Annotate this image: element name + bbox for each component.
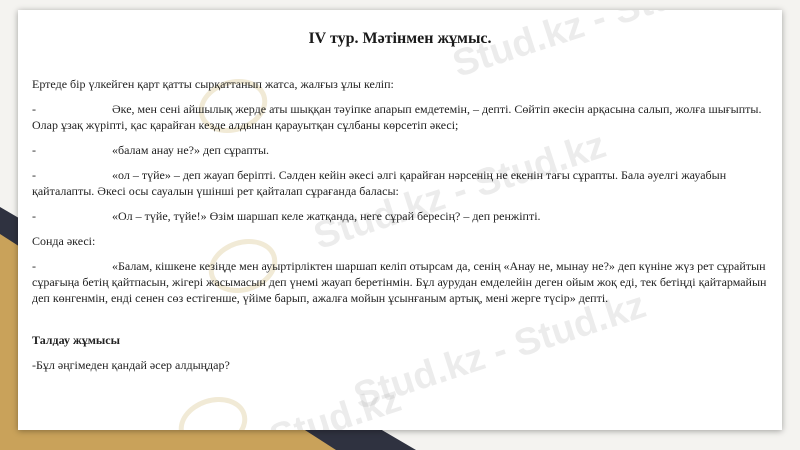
- dash: -: [32, 143, 36, 157]
- watermark-logo-icon: [171, 388, 255, 430]
- dialogue-text: «балам анау не?» деп сұрапты.: [112, 143, 270, 157]
- dialogue-line: - «Ол – түйе, түйе!» Өзім шаршап келе жат…: [32, 208, 774, 224]
- dialogue-text: «Балам, кішкене кезіңде мен ауыртірлікте…: [32, 259, 767, 305]
- dialogue-line: - «Балам, кішкене кезіңде мен ауыртірлікт…: [32, 258, 774, 306]
- dialogue-text: «Ол – түйе, түйе!» Өзім шаршап келе жатқ…: [112, 209, 541, 223]
- dash: -: [32, 168, 36, 182]
- dialogue-text: Әке, мен сені айшылық жерде аты шыққан т…: [32, 102, 762, 132]
- watermark: Stud.kz: [264, 378, 407, 430]
- dialogue-line: - «балам анау не?» деп сұрапты.: [32, 142, 774, 158]
- question: -Бұл әңгімеден қандай әсер алдыңдар?: [32, 358, 230, 372]
- dash: -: [32, 102, 36, 116]
- dash: -: [32, 209, 36, 223]
- section-heading: Талдау жұмысы: [32, 333, 120, 347]
- slide-content: Ертеде бір үлкейген қарт қатты сырқаттан…: [32, 76, 774, 382]
- dash: -: [32, 259, 36, 273]
- slide: Stud.kz - Stud. Stud.kz - Stud.kz Stud.k…: [18, 10, 782, 430]
- slide-title: IV тур. Мәтінмен жұмыс.: [308, 30, 492, 47]
- paragraph: Сонда әкесі:: [32, 234, 96, 248]
- paragraph: Ертеде бір үлкейген қарт қатты сырқаттан…: [32, 77, 394, 91]
- dialogue-line: - Әке, мен сені айшылық жерде аты шыққан …: [32, 101, 774, 133]
- dialogue-text: «ол – түйе» – деп жауап беріпті. Сәлден …: [32, 168, 727, 198]
- dialogue-line: - «ол – түйе» – деп жауап беріпті. Сәлден…: [32, 167, 774, 199]
